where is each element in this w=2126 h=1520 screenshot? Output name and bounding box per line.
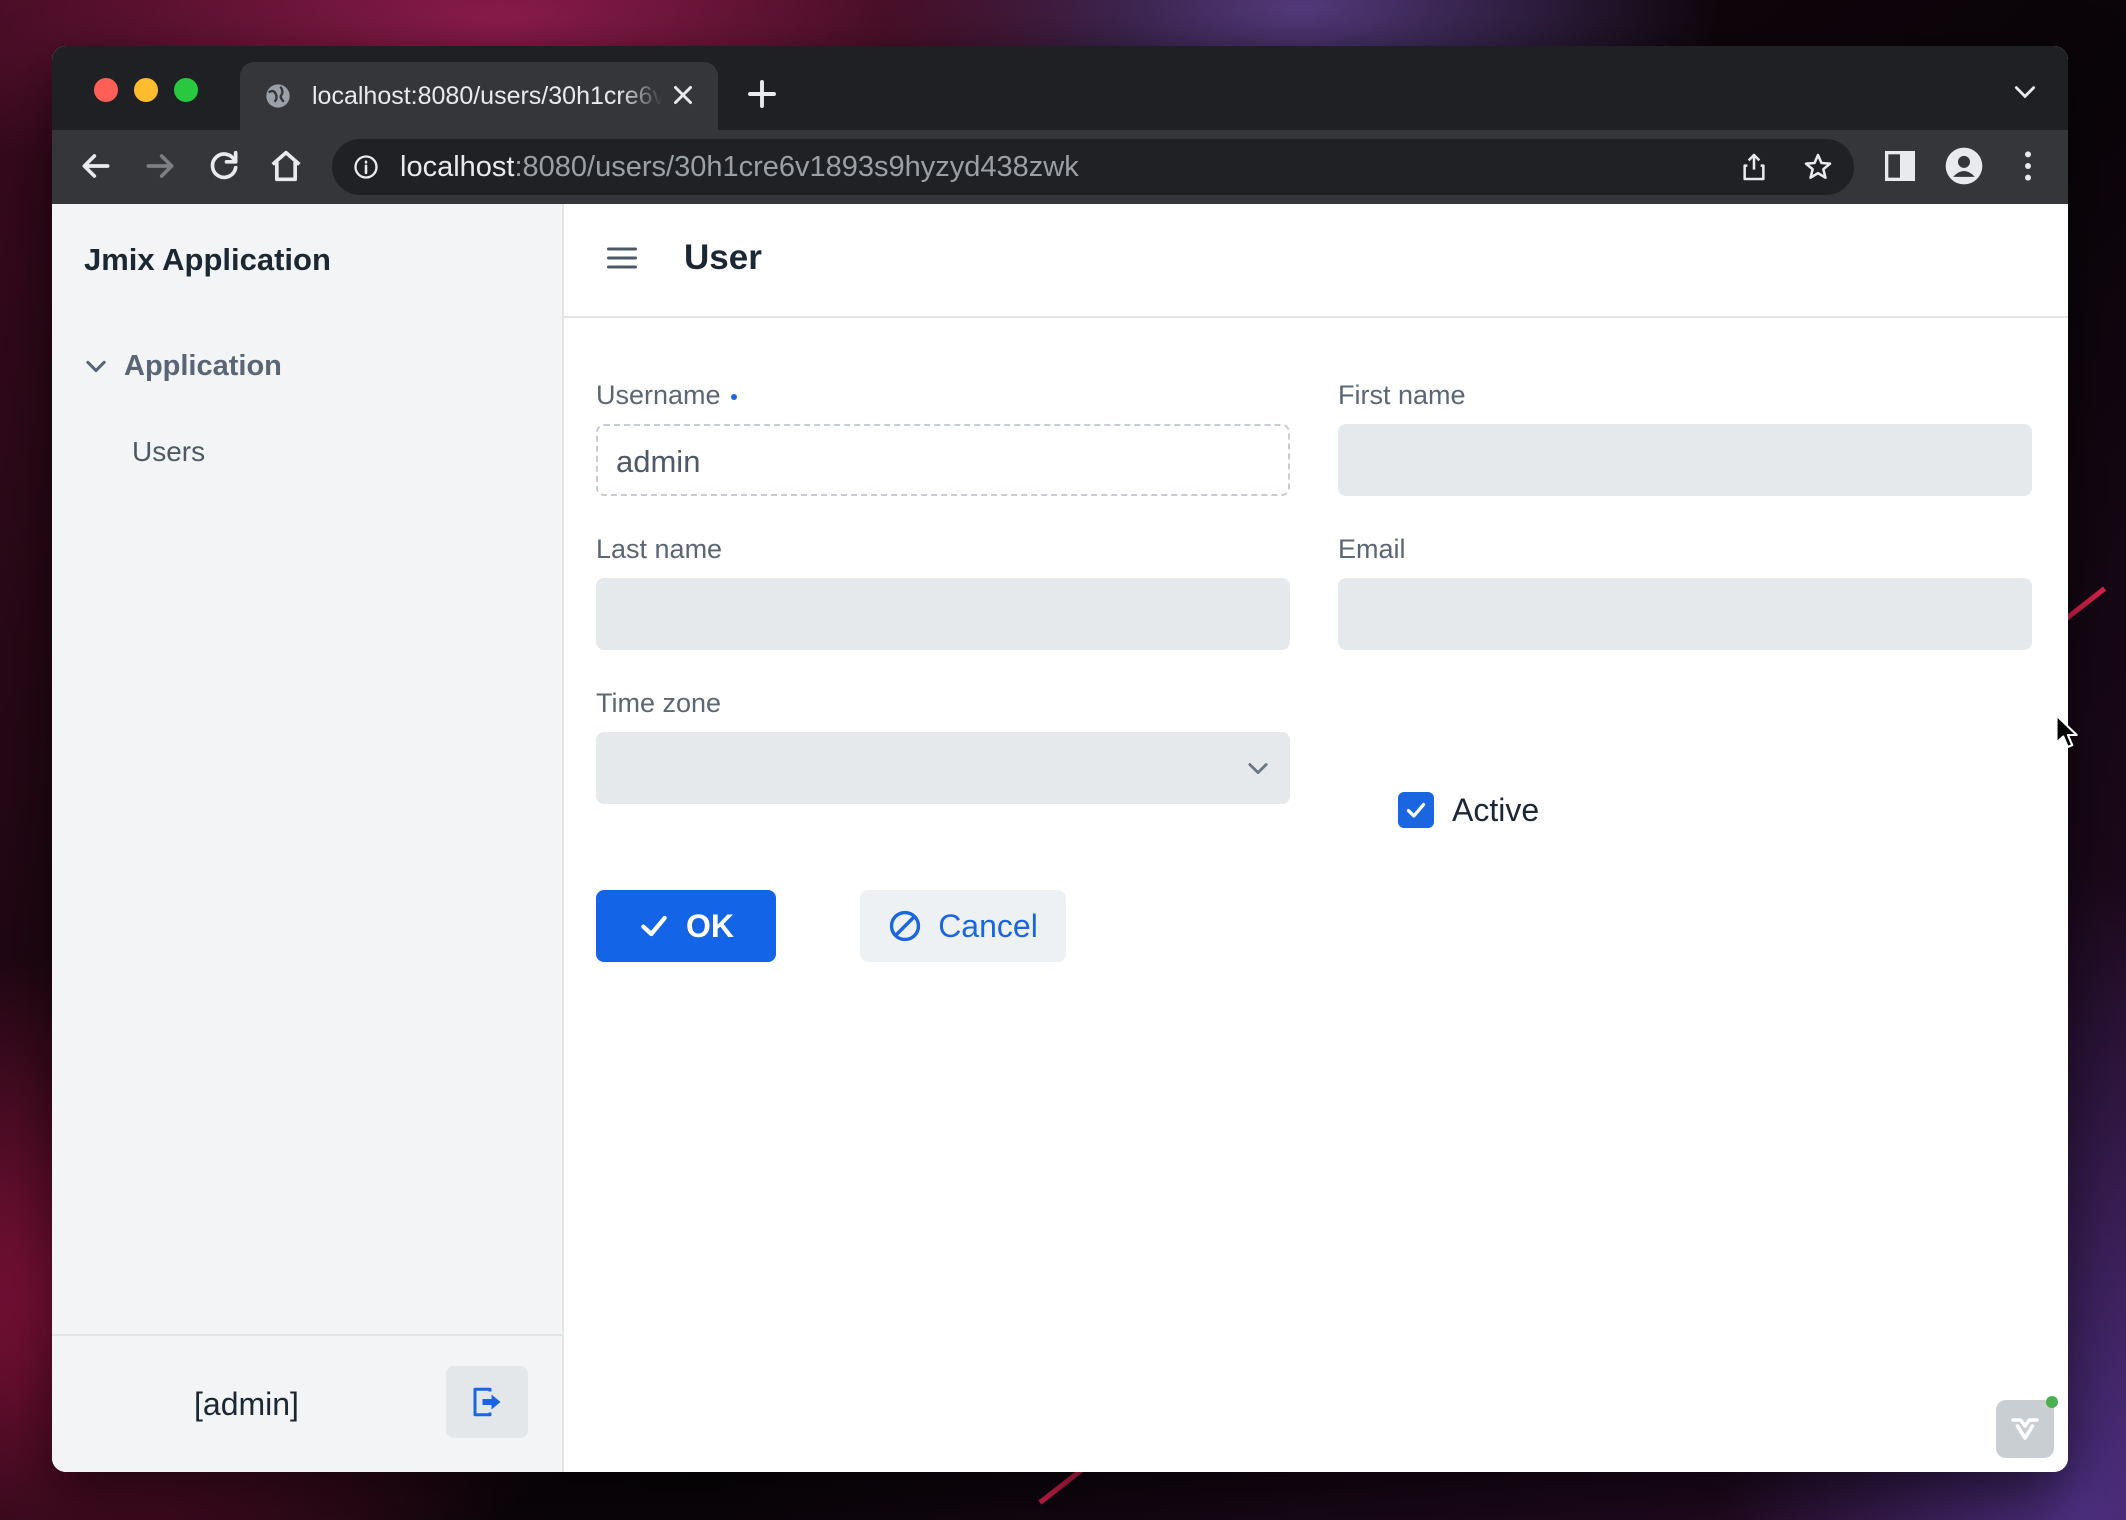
vaadin-devtools-button[interactable] [1996, 1396, 2058, 1458]
required-indicator [730, 393, 737, 400]
maximize-window-button[interactable] [174, 78, 198, 102]
last-name-field[interactable] [596, 578, 1290, 650]
active-checkbox-label[interactable]: Active [1452, 792, 1539, 829]
profile-icon[interactable] [1944, 146, 1984, 186]
minimize-window-button[interactable] [134, 78, 158, 102]
chevron-down-icon[interactable] [2012, 82, 2038, 102]
share-icon[interactable] [1738, 151, 1770, 183]
home-icon[interactable] [266, 146, 306, 186]
ok-button[interactable]: OK [596, 890, 776, 962]
menu-icon[interactable] [604, 240, 640, 276]
navigation-drawer: Jmix Application Application Users [admi… [52, 204, 564, 1472]
info-icon[interactable] [352, 153, 380, 181]
sidebar-item-users[interactable]: Users [132, 436, 205, 468]
sidebar-icon[interactable] [1880, 146, 1920, 186]
browser-tab[interactable]: localhost:8080/users/30h1cre6v1893s9hyzy… [240, 62, 718, 130]
mouse-cursor-icon [2055, 714, 2078, 749]
plus-icon[interactable] [744, 76, 780, 112]
chevron-down-icon[interactable] [1244, 754, 1272, 782]
nav-group-application[interactable]: Application [82, 350, 282, 383]
username-label: Username [596, 380, 737, 411]
user-form: Username admin First name Last name Emai… [564, 316, 2068, 1472]
chevron-down-icon [86, 360, 106, 372]
tab-strip: localhost:8080/users/30h1cre6v1893s9hyzy… [52, 46, 2068, 130]
close-window-button[interactable] [94, 78, 118, 102]
browser-toolbar: localhost:8080/users/30h1cre6v1893s9hyzy… [52, 130, 2068, 204]
current-user-label: [admin] [194, 1386, 299, 1422]
address-bar[interactable]: localhost:8080/users/30h1cre6v1893s9hyzy… [332, 139, 1854, 195]
cancel-icon [890, 910, 921, 942]
check-icon [1406, 802, 1426, 818]
close-icon[interactable] [668, 80, 698, 110]
email-field[interactable] [1338, 578, 2032, 650]
logout-icon [473, 1387, 501, 1417]
email-label: Email [1338, 534, 1406, 564]
nav-group-label: Application [124, 350, 282, 382]
back-icon[interactable] [76, 146, 116, 186]
cancel-button[interactable]: Cancel [860, 890, 1066, 962]
check-icon [641, 915, 667, 937]
browser-window: localhost:8080/users/30h1cre6v1893s9hyzy… [52, 46, 2068, 1472]
status-indicator [2046, 1396, 2058, 1408]
page-title: User [684, 238, 762, 277]
first-name-field[interactable] [1338, 424, 2032, 496]
reload-icon[interactable] [204, 146, 244, 186]
star-icon[interactable] [1802, 151, 1834, 183]
drawer-footer: [admin] [52, 1334, 562, 1472]
logout-button[interactable] [446, 1366, 528, 1438]
app-title: Jmix Application [84, 242, 331, 277]
globe-icon [266, 84, 290, 108]
app-page: Jmix Application Application Users [admi… [52, 204, 2068, 1472]
view-header: User [564, 204, 2068, 318]
username-field[interactable]: admin [596, 424, 1290, 496]
tab-title: localhost:8080/users/30h1cre6v1893s9hyzy… [312, 81, 662, 110]
time-zone-label: Time zone [596, 688, 722, 718]
ok-button-label: OK [686, 907, 734, 944]
time-zone-select[interactable] [596, 732, 1290, 804]
first-name-label: First name [1338, 380, 1466, 410]
address-url[interactable]: localhost:8080/users/30h1cre6v1893s9hyzy… [400, 151, 1079, 184]
last-name-label: Last name [596, 534, 723, 564]
active-checkbox[interactable] [1398, 792, 1434, 828]
more-icon[interactable] [2008, 146, 2048, 186]
vaadin-devtools-icon [2011, 1418, 2039, 1440]
cancel-button-label: Cancel [938, 907, 1038, 944]
username-value: admin [616, 444, 701, 479]
forward-icon[interactable] [140, 146, 180, 186]
